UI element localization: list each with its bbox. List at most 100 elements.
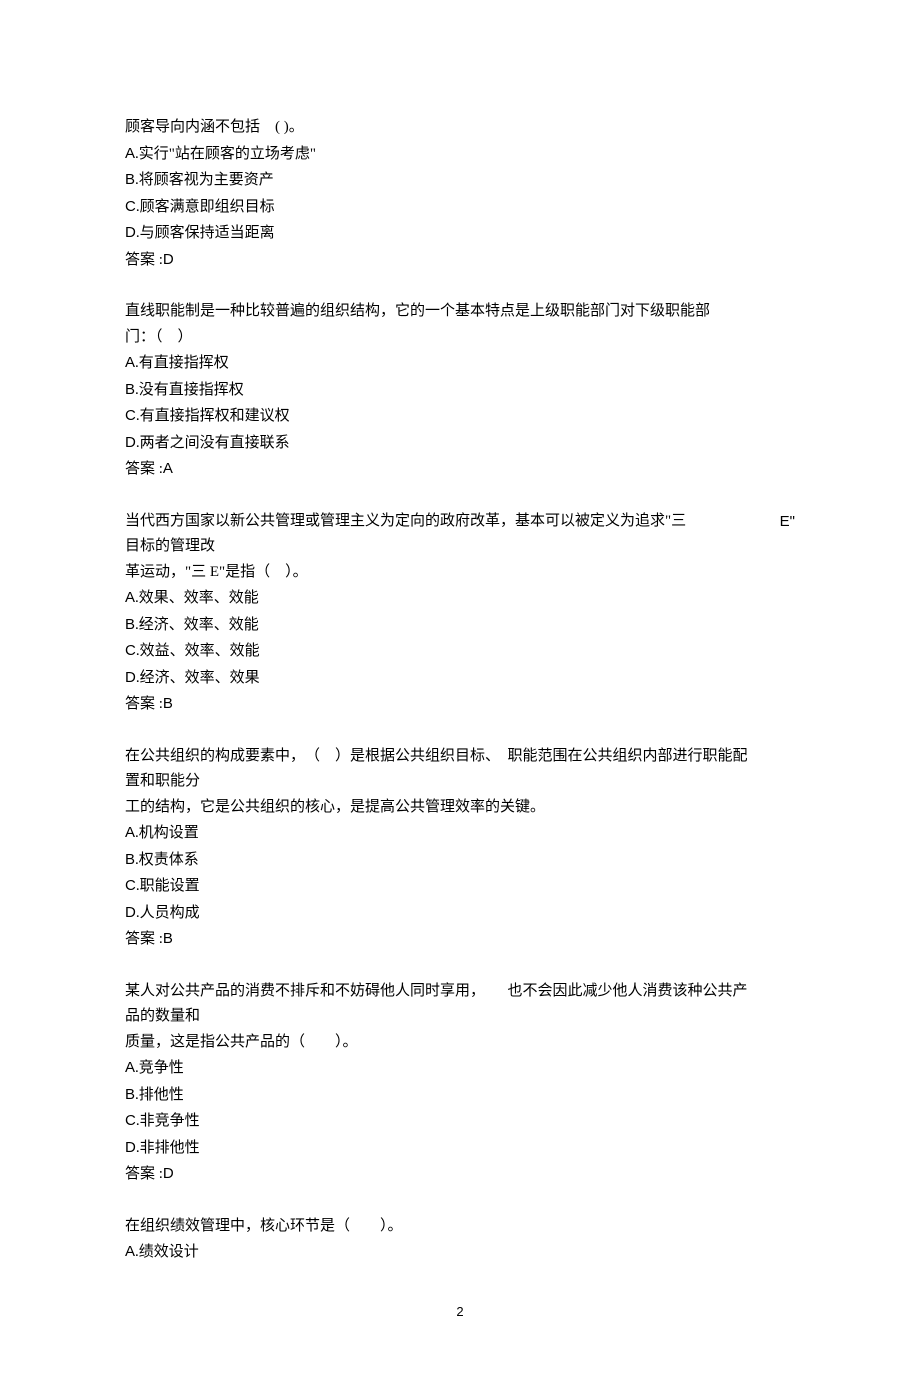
question-stem: 革运动，"三 E"是指（ ）。: [125, 560, 795, 586]
option-letter: D: [125, 904, 136, 921]
question-block: 直线职能制是一种比较普遍的组织结构，它的一个基本特点是上级职能部门对下级职能部 …: [125, 299, 795, 483]
question-block: 顾客导向内涵不包括 ( )。 A.实行"站在顾客的立场考虑" B.将顾客视为主要…: [125, 115, 795, 273]
option-text: .非竞争性: [136, 1113, 200, 1129]
question-block: 当代西方国家以新公共管理或管理主义为定向的政府改革，基本可以被定义为追求"三 E…: [125, 509, 795, 718]
option-text: .人员构成: [136, 905, 200, 921]
answer-value: D: [163, 1165, 174, 1182]
question-stem: 置和职能分: [125, 769, 795, 795]
answer-value: B: [163, 695, 173, 712]
option-letter: A: [125, 1243, 135, 1260]
option-text: .排他性: [135, 1087, 184, 1103]
option-letter: B: [125, 1086, 135, 1103]
option-c: C.非竞争性: [125, 1108, 795, 1135]
option-text: .效益、效率、效能: [136, 643, 260, 659]
question-stem: 在组织绩效管理中，核心环节是（ ）。: [125, 1214, 795, 1240]
answer-label: 答案 :: [125, 696, 163, 712]
question-stem: 直线职能制是一种比较普遍的组织结构，它的一个基本特点是上级职能部门对下级职能部: [125, 299, 795, 325]
answer-label: 答案 :: [125, 1166, 163, 1182]
option-letter: D: [125, 224, 136, 241]
option-b: B.经济、效率、效能: [125, 612, 795, 639]
option-text: .经济、效率、效果: [136, 670, 260, 686]
option-letter: A: [125, 354, 135, 371]
option-text: .将顾客视为主要资产: [135, 172, 274, 188]
question-block: 在组织绩效管理中，核心环节是（ ）。 A.绩效设计: [125, 1214, 795, 1266]
page-number: 2: [125, 1301, 795, 1323]
option-letter: D: [125, 434, 136, 451]
option-text: .没有直接指挥权: [135, 382, 244, 398]
option-letter: D: [125, 669, 136, 686]
option-text: .有直接指挥权: [135, 355, 229, 371]
option-letter: C: [125, 198, 136, 215]
question-stem: 工的结构，它是公共组织的核心，是提高公共管理效率的关键。: [125, 795, 795, 821]
question-stem: 顾客导向内涵不包括 ( )。: [125, 115, 795, 141]
option-a: A.竞争性: [125, 1055, 795, 1082]
option-b: B.将顾客视为主要资产: [125, 167, 795, 194]
question-stem: 某人对公共产品的消费不排斥和不妨碍他人同时享用， 也不会因此减少他人消费该种公共…: [125, 979, 795, 1005]
stem-trail: E": [780, 509, 795, 535]
document-page: 顾客导向内涵不包括 ( )。 A.实行"站在顾客的立场考虑" B.将顾客视为主要…: [0, 0, 920, 1383]
option-c: C.顾客满意即组织目标: [125, 194, 795, 221]
option-d: D.与顾客保持适当距离: [125, 220, 795, 247]
option-text: .非排他性: [136, 1140, 200, 1156]
option-a: A.绩效设计: [125, 1239, 795, 1266]
question-stem: 质量，这是指公共产品的（ ）。: [125, 1030, 795, 1056]
option-letter: C: [125, 407, 136, 424]
option-c: C.职能设置: [125, 873, 795, 900]
option-letter: B: [125, 616, 135, 633]
answer-line: 答案 :A: [125, 456, 795, 483]
question-block: 在公共组织的构成要素中， （ ）是根据公共组织目标、 职能范围在公共组织内部进行…: [125, 744, 795, 953]
option-a: A.机构设置: [125, 820, 795, 847]
option-text: .权责体系: [135, 852, 199, 868]
question-stem: 在公共组织的构成要素中， （ ）是根据公共组织目标、 职能范围在公共组织内部进行…: [125, 744, 795, 770]
option-letter: B: [125, 171, 135, 188]
option-letter: B: [125, 381, 135, 398]
answer-label: 答案 :: [125, 461, 163, 477]
option-b: B.没有直接指挥权: [125, 377, 795, 404]
option-text: .机构设置: [135, 825, 199, 841]
option-a: A.效果、效率、效能: [125, 585, 795, 612]
option-letter: C: [125, 642, 136, 659]
answer-value: B: [163, 930, 173, 947]
option-text: .效果、效率、效能: [135, 590, 259, 606]
option-text: .职能设置: [136, 878, 200, 894]
answer-line: 答案 :D: [125, 247, 795, 274]
option-text: .实行"站在顾客的立场考虑": [135, 146, 316, 162]
option-d: D.经济、效率、效果: [125, 665, 795, 692]
option-text: .与顾客保持适当距离: [136, 225, 275, 241]
answer-label: 答案 :: [125, 252, 163, 268]
option-d: D.人员构成: [125, 900, 795, 927]
option-letter: D: [125, 1139, 136, 1156]
question-stem: 品的数量和: [125, 1004, 795, 1030]
answer-value: A: [163, 460, 173, 477]
answer-line: 答案 :B: [125, 926, 795, 953]
answer-line: 答案 :D: [125, 1161, 795, 1188]
option-d: D.非排他性: [125, 1135, 795, 1162]
option-a: A.有直接指挥权: [125, 350, 795, 377]
option-text: .顾客满意即组织目标: [136, 199, 275, 215]
option-letter: B: [125, 851, 135, 868]
option-text: .竞争性: [135, 1060, 184, 1076]
question-stem: 当代西方国家以新公共管理或管理主义为定向的政府改革，基本可以被定义为追求"三 E…: [125, 509, 795, 535]
option-text: .两者之间没有直接联系: [136, 435, 290, 451]
question-block: 某人对公共产品的消费不排斥和不妨碍他人同时享用， 也不会因此减少他人消费该种公共…: [125, 979, 795, 1188]
option-b: B.排他性: [125, 1082, 795, 1109]
option-letter: A: [125, 145, 135, 162]
option-letter: C: [125, 1112, 136, 1129]
stem-main: 当代西方国家以新公共管理或管理主义为定向的政府改革，基本可以被定义为追求"三: [125, 509, 686, 535]
option-b: B.权责体系: [125, 847, 795, 874]
option-text: .有直接指挥权和建议权: [136, 408, 290, 424]
option-d: D.两者之间没有直接联系: [125, 430, 795, 457]
option-a: A.实行"站在顾客的立场考虑": [125, 141, 795, 168]
option-c: C.效益、效率、效能: [125, 638, 795, 665]
option-c: C.有直接指挥权和建议权: [125, 403, 795, 430]
option-letter: A: [125, 824, 135, 841]
answer-line: 答案 :B: [125, 691, 795, 718]
question-stem: 目标的管理改: [125, 534, 795, 560]
option-letter: A: [125, 1059, 135, 1076]
answer-label: 答案 :: [125, 931, 163, 947]
option-letter: A: [125, 589, 135, 606]
answer-value: D: [163, 251, 174, 268]
option-text: .经济、效率、效能: [135, 617, 259, 633]
option-text: .绩效设计: [135, 1244, 199, 1260]
option-letter: C: [125, 877, 136, 894]
